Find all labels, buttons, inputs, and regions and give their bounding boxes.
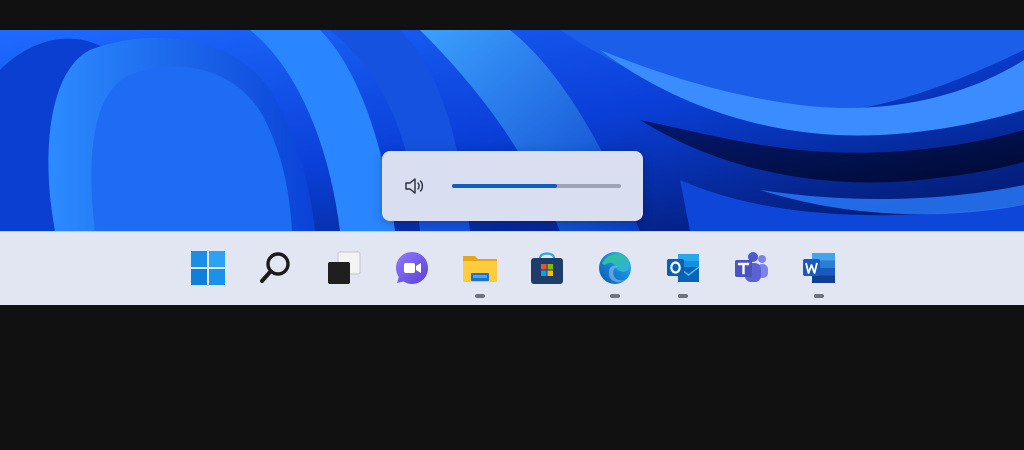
volume-slider[interactable] (452, 184, 621, 188)
search-icon (260, 252, 290, 283)
outlook-button[interactable] (661, 246, 705, 298)
search-button[interactable] (254, 246, 298, 290)
teams-button[interactable] (729, 246, 773, 290)
store-icon (531, 252, 563, 284)
microsoft-store-button[interactable] (525, 246, 569, 290)
start-button[interactable] (186, 246, 230, 290)
volume-flyout (382, 151, 643, 221)
speaker-icon[interactable] (404, 176, 426, 196)
chat-icon (396, 252, 428, 284)
windows-logo-icon (191, 251, 225, 285)
task-view-icon (328, 251, 361, 284)
volume-slider-fill (452, 184, 557, 188)
running-indicator (814, 294, 824, 298)
edge-icon (599, 252, 631, 284)
edge-button[interactable] (593, 246, 637, 298)
running-indicator (475, 294, 485, 298)
word-icon (803, 253, 835, 283)
folder-icon (463, 256, 497, 282)
task-view-button[interactable] (322, 246, 366, 290)
taskbar (0, 231, 1024, 305)
chat-button[interactable] (390, 246, 434, 290)
file-explorer-button[interactable] (458, 246, 502, 298)
outlook-icon (667, 254, 700, 282)
screen (0, 0, 1024, 450)
word-button[interactable] (797, 246, 841, 298)
running-indicator (678, 294, 688, 298)
teams-icon (735, 252, 768, 282)
running-indicator (610, 294, 620, 298)
